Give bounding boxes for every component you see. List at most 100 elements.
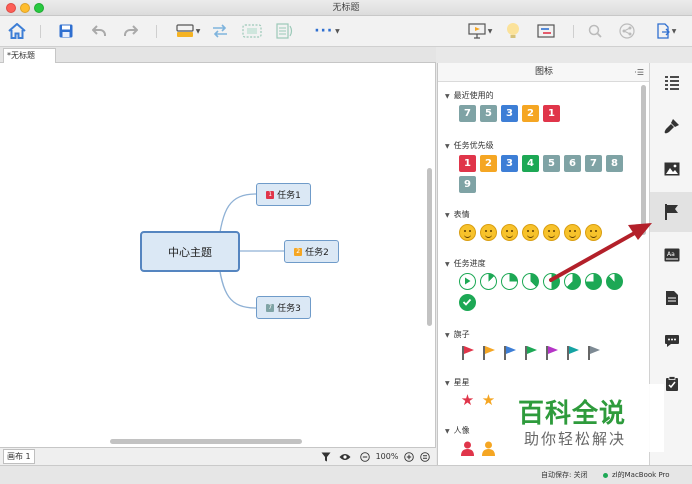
undo-button[interactable] — [89, 21, 109, 41]
close-window-button[interactable] — [6, 3, 16, 13]
disclosure-triangle-icon[interactable]: ▼ — [445, 143, 450, 150]
panel-menu-icon[interactable]: ·☰ — [634, 63, 644, 82]
save-button[interactable] — [56, 21, 76, 41]
section-recent-title: 最近使用的 — [453, 91, 494, 100]
eye-icon — [339, 453, 351, 460]
progress-icon[interactable] — [543, 273, 560, 290]
icon-button[interactable] — [650, 192, 692, 232]
flag-icon[interactable] — [459, 344, 476, 361]
presentation-button[interactable]: ▼ — [463, 21, 497, 41]
gantt-button[interactable] — [535, 21, 557, 41]
flag-icon[interactable] — [564, 344, 581, 361]
progress-icon[interactable] — [606, 273, 623, 290]
priority-icon-7[interactable]: 7 — [585, 155, 602, 172]
more-button[interactable]: ··· ▼ — [311, 21, 343, 41]
priority-icon-5[interactable]: 5 — [543, 155, 560, 172]
fit-button[interactable] — [418, 450, 431, 463]
format-button[interactable] — [650, 106, 692, 146]
sheet-tab[interactable]: 画布 1 — [3, 449, 35, 464]
person-icon[interactable] — [459, 440, 476, 457]
central-topic-label: 中心主题 — [168, 245, 212, 259]
emotion-icon[interactable] — [522, 224, 539, 241]
zoom-window-button[interactable] — [34, 3, 44, 13]
horizontal-scrollbar[interactable] — [110, 439, 302, 444]
notes-button[interactable] — [650, 278, 692, 318]
paintbrush-icon — [664, 119, 679, 134]
mindmap-canvas[interactable]: 中心主题 1 任务1 2 任务2 7 任务3 — [0, 63, 436, 447]
minimize-window-button[interactable] — [20, 3, 30, 13]
priority-icon-3[interactable]: 3 — [501, 155, 518, 172]
zoom-out-button[interactable] — [358, 450, 371, 463]
disclosure-triangle-icon[interactable]: ▼ — [445, 380, 450, 387]
comments-button[interactable] — [650, 321, 692, 361]
section-emotion-title: 表情 — [453, 210, 470, 219]
more-icon: ··· — [314, 23, 334, 39]
progress-icon[interactable] — [585, 273, 602, 290]
zoom-in-button[interactable] — [402, 450, 415, 463]
insert-topic-button[interactable]: ▼ — [171, 21, 205, 41]
progress-icon[interactable] — [459, 294, 476, 311]
export-button[interactable]: ▼ — [650, 21, 682, 41]
star-icon[interactable]: ★ — [459, 392, 476, 409]
flag-icon[interactable] — [522, 344, 539, 361]
filter-button[interactable] — [319, 450, 333, 463]
recent-icon-3[interactable]: 3 — [501, 105, 518, 122]
priority-icon-9[interactable]: 9 — [459, 176, 476, 193]
section-stars-title: 星星 — [453, 378, 470, 387]
search-button[interactable] — [585, 21, 605, 41]
disclosure-triangle-icon[interactable]: ▼ — [445, 261, 450, 268]
image-button[interactable] — [650, 149, 692, 189]
autosave-status: 自动保存: 关闭 — [541, 471, 588, 479]
outline-button[interactable] — [650, 63, 692, 103]
priority-icon-1[interactable]: 1 — [459, 155, 476, 172]
summary-icon — [276, 23, 293, 39]
vertical-scrollbar[interactable] — [427, 168, 432, 326]
recent-icon-7[interactable]: 7 — [459, 105, 476, 122]
disclosure-triangle-icon[interactable]: ▼ — [445, 428, 450, 435]
summary-button[interactable] — [274, 21, 296, 41]
emotion-icon[interactable] — [501, 224, 518, 241]
emotion-icon[interactable] — [564, 224, 581, 241]
home-button[interactable] — [6, 21, 28, 41]
clipart-icon: Aa — [664, 248, 679, 262]
brainstorm-button[interactable] — [503, 21, 523, 41]
flag-icon[interactable] — [501, 344, 518, 361]
topic-3[interactable]: 7 任务3 — [256, 296, 311, 319]
priority-icon-4[interactable]: 4 — [522, 155, 539, 172]
emotion-icon[interactable] — [459, 224, 476, 241]
share-button[interactable] — [617, 21, 637, 41]
topic-1[interactable]: 1 任务1 — [256, 183, 311, 206]
zoom-level: 100% — [375, 452, 399, 461]
disclosure-triangle-icon[interactable]: ▼ — [445, 212, 450, 219]
tab-untitled[interactable]: *无标题 — [3, 48, 56, 64]
progress-icon[interactable] — [480, 273, 497, 290]
priority-icon-6[interactable]: 6 — [564, 155, 581, 172]
recent-icon-2[interactable]: 2 — [522, 105, 539, 122]
progress-icon[interactable] — [564, 273, 581, 290]
emotion-icon[interactable] — [480, 224, 497, 241]
emotion-icon[interactable] — [543, 224, 560, 241]
flag-icon[interactable] — [543, 344, 560, 361]
outline-icon — [664, 76, 679, 90]
section-people-title: 人像 — [453, 426, 470, 435]
clipart-button[interactable]: Aa — [650, 235, 692, 275]
disclosure-triangle-icon[interactable]: ▼ — [445, 93, 450, 100]
priority-icon-8[interactable]: 8 — [606, 155, 623, 172]
emotion-icon[interactable] — [585, 224, 602, 241]
view-button[interactable] — [338, 450, 352, 463]
recent-icon-1[interactable]: 1 — [543, 105, 560, 122]
progress-icon[interactable] — [459, 273, 476, 290]
disclosure-triangle-icon[interactable]: ▼ — [445, 332, 450, 339]
progress-icon[interactable] — [501, 273, 518, 290]
redo-button[interactable] — [121, 21, 141, 41]
relationship-button[interactable] — [209, 21, 231, 41]
boundary-button[interactable] — [241, 21, 263, 41]
central-topic[interactable]: 中心主题 — [140, 231, 240, 272]
priority-icon-2[interactable]: 2 — [480, 155, 497, 172]
progress-icon[interactable] — [522, 273, 539, 290]
topic-2[interactable]: 2 任务2 — [284, 240, 339, 263]
flag-icon[interactable] — [585, 344, 602, 361]
panel-scrollbar[interactable] — [641, 85, 646, 235]
flag-icon[interactable] — [480, 344, 497, 361]
recent-icon-5[interactable]: 5 — [480, 105, 497, 122]
